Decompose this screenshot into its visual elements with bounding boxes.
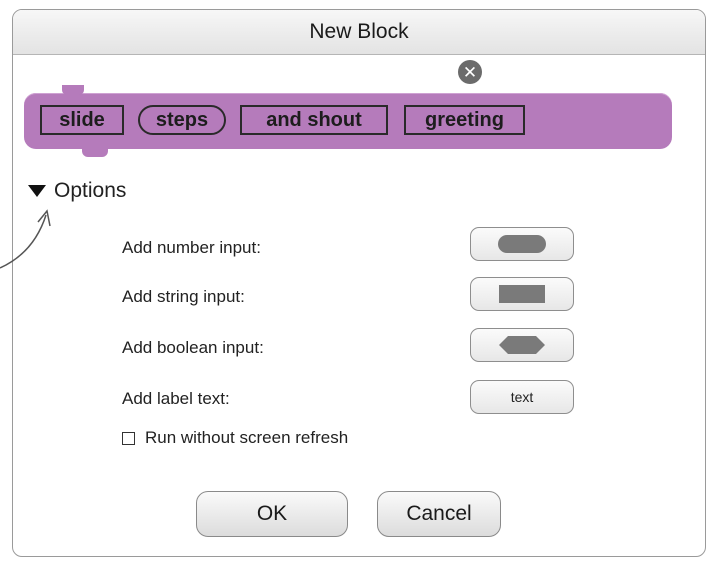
run-without-refresh-checkbox[interactable] <box>122 431 135 445</box>
block-label-greeting[interactable]: greeting <box>404 105 525 135</box>
add-label-text-button[interactable]: text <box>470 380 574 414</box>
block-label-slide[interactable]: slide <box>40 105 124 135</box>
boolean-input-shape-icon <box>499 336 545 354</box>
run-without-refresh-label: Run without screen refresh <box>145 428 349 447</box>
block-bottom-tab <box>82 147 108 157</box>
triangle-down-icon <box>28 185 46 197</box>
ok-button[interactable]: OK <box>196 491 348 537</box>
options-header-label: Options <box>54 179 127 202</box>
block-input-steps[interactable]: steps <box>138 105 226 135</box>
string-input-shape-icon <box>499 285 545 303</box>
block-top-notch <box>62 85 84 95</box>
add-number-input-button[interactable] <box>470 227 574 261</box>
add-string-input-button[interactable] <box>470 277 574 311</box>
add-number-input-label: Add number input: <box>122 238 261 257</box>
cancel-button[interactable]: Cancel <box>377 491 501 537</box>
number-input-shape-icon <box>498 235 546 253</box>
label-text-button-text: text <box>510 389 534 405</box>
add-string-input-label: Add string input: <box>122 287 245 306</box>
close-icon[interactable]: ✕ <box>458 60 482 84</box>
options-toggle[interactable]: Options <box>28 179 126 203</box>
add-boolean-input-button[interactable] <box>470 328 574 362</box>
block-label-and-shout[interactable]: and shout <box>240 105 388 135</box>
add-boolean-input-label: Add boolean input: <box>122 338 264 357</box>
add-label-text-label: Add label text: <box>122 389 230 408</box>
dialog-title: New Block <box>309 20 409 43</box>
run-without-refresh-option[interactable]: Run without screen refresh <box>122 428 348 448</box>
custom-block-prototype[interactable]: slide steps and shout greeting <box>24 85 672 157</box>
